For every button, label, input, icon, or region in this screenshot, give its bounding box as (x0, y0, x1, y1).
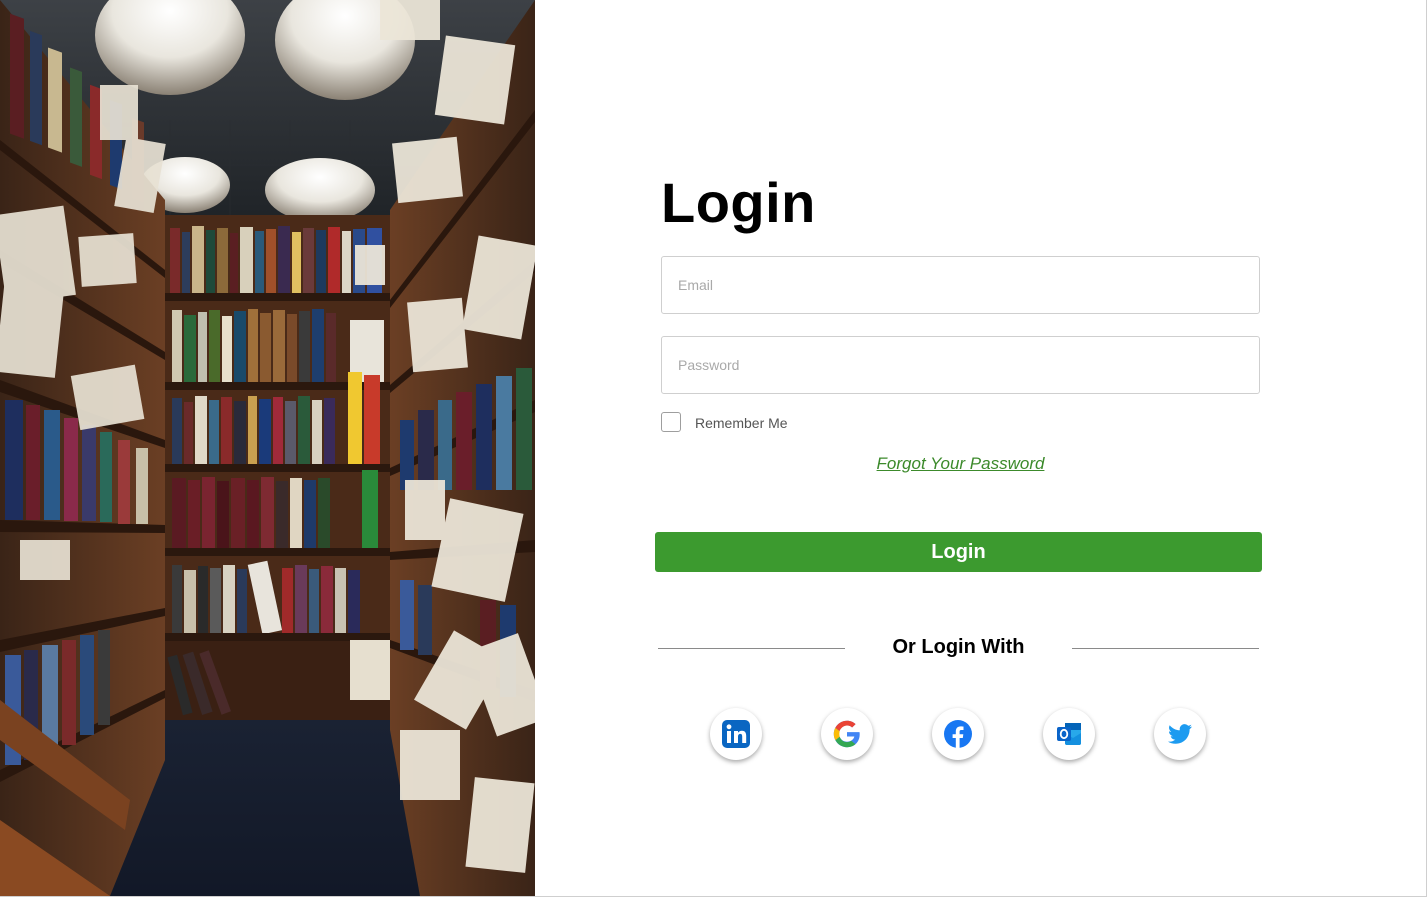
email-field[interactable] (661, 256, 1260, 314)
google-icon (833, 720, 860, 748)
twitter-icon (1168, 724, 1192, 744)
password-field[interactable] (661, 336, 1260, 394)
divider-line-right (1072, 648, 1259, 649)
login-button[interactable]: Login (655, 532, 1262, 572)
linkedin-login-button[interactable] (710, 708, 762, 760)
forgot-password-link[interactable]: Forgot Your Password (661, 454, 1260, 474)
library-photo (0, 0, 535, 896)
outlook-login-button[interactable] (1043, 708, 1095, 760)
twitter-login-button[interactable] (1154, 708, 1206, 760)
linkedin-icon (722, 720, 750, 748)
remember-me-checkbox[interactable] (661, 412, 681, 432)
or-login-with-label: Or Login With (892, 636, 1025, 658)
outlook-icon (1057, 723, 1081, 745)
facebook-icon (944, 720, 972, 748)
remember-me-label: Remember Me (695, 415, 788, 431)
login-title: Login (661, 171, 816, 234)
facebook-login-button[interactable] (932, 708, 984, 760)
divider-line-left (658, 648, 845, 649)
google-login-button[interactable] (821, 708, 873, 760)
